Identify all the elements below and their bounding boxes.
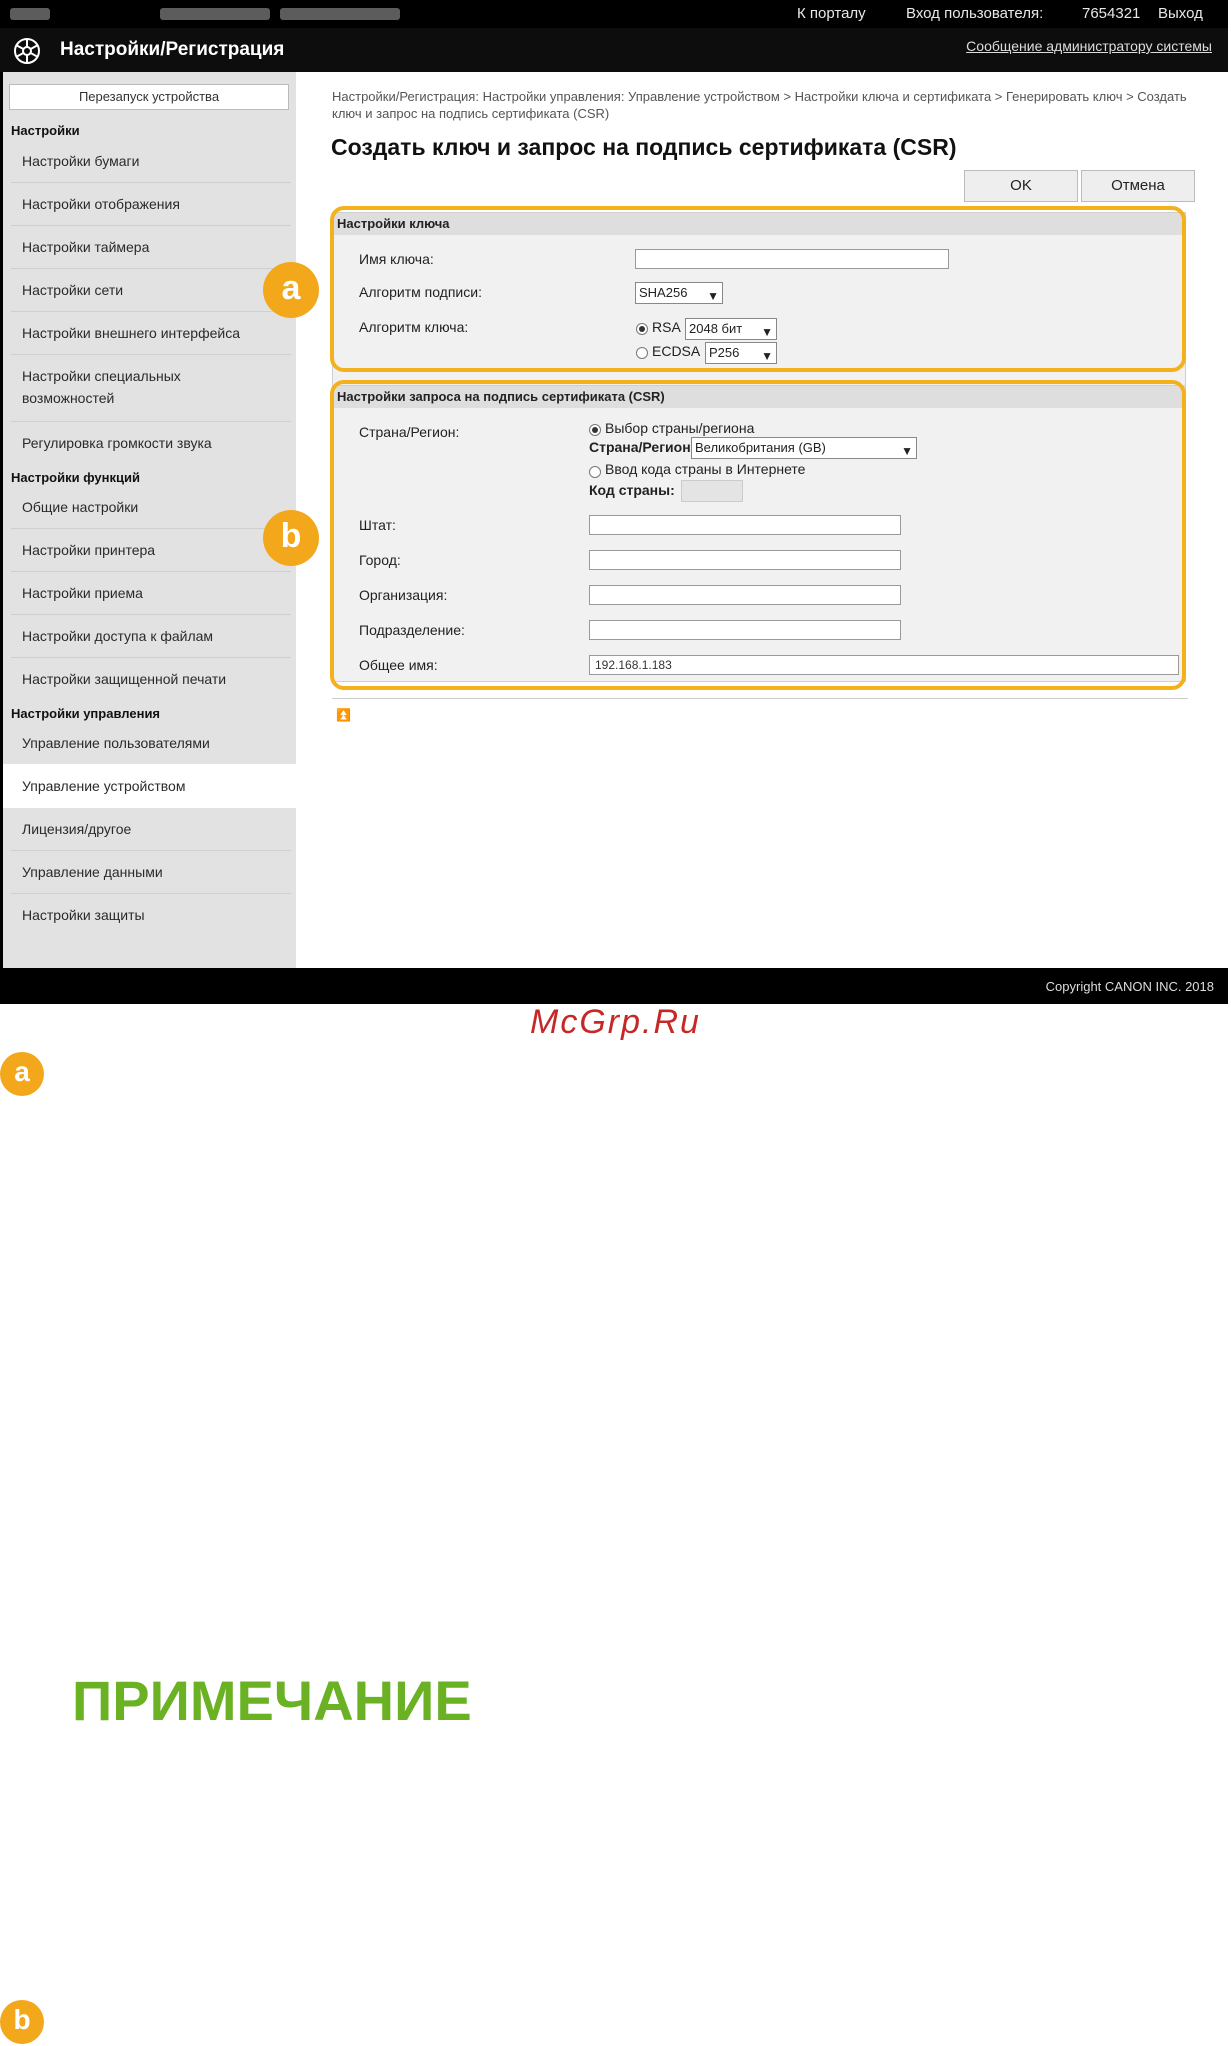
logout-link[interactable]: Выход [1158,5,1203,22]
legend-marker-b: b [0,2000,44,2044]
divider [11,354,291,355]
sidebar-item-network[interactable]: Настройки сети [22,279,290,301]
divider [11,614,291,615]
callout-marker-b: b [263,510,319,566]
divider [332,698,1188,699]
sidebar-item-display[interactable]: Настройки отображения [22,193,290,215]
sidebar-item-volume[interactable]: Регулировка громкости звука [22,432,290,454]
title-bar: Настройки/Регистрация Сообщение админист… [0,28,1228,72]
top-bar: К порталу Вход пользователя: 7654321 Вых… [0,0,1228,28]
note-heading: ПРИМЕЧАНИЕ [72,1669,472,1732]
sidebar-section-management: Настройки управления [11,706,161,721]
divider [11,528,291,529]
blurred-text [10,8,50,20]
user-id: 7654321 [1082,5,1141,22]
sidebar-item-file-access[interactable]: Настройки доступа к файлам [22,625,290,647]
login-label: Вход пользователя: [906,5,1044,22]
divider [11,225,291,226]
blurred-text [280,8,400,20]
restart-device-button[interactable]: Перезапуск устройства [9,84,289,110]
sidebar-item-timer[interactable]: Настройки таймера [22,236,290,258]
sidebar-item-data-management[interactable]: Управление данными [22,861,290,883]
admin-message-link[interactable]: Сообщение администратору системы [966,38,1212,54]
sidebar-item-paper[interactable]: Настройки бумаги [22,150,290,172]
watermark: McGrp.Ru [530,1003,701,1041]
footer: Copyright CANON INC. 2018 [0,968,1228,1004]
sidebar-section-settings: Настройки [11,123,80,138]
sidebar-item-accessibility[interactable]: Настройки специальных возможностей [22,365,212,409]
copyright: Copyright CANON INC. 2018 [1045,979,1214,994]
divider [11,657,291,658]
sidebar-item-security[interactable]: Настройки защиты [22,904,290,926]
sidebar-item-receive[interactable]: Настройки приема [22,582,290,604]
sidebar-item-user-management[interactable]: Управление пользователями [22,732,290,754]
blurred-text [160,8,270,20]
sidebar: Перезапуск устройства Настройки Настройк… [3,72,296,968]
sidebar-section-functions: Настройки функций [11,470,140,485]
divider [11,571,291,572]
scroll-to-top-icon[interactable]: ⏫ [336,708,351,722]
screenshot-frame: К порталу Вход пользователя: 7654321 Вых… [0,0,1228,1004]
divider [11,893,291,894]
divider [11,268,291,269]
sidebar-item-device-management[interactable]: Управление устройством [22,775,290,797]
sidebar-item-secure-print[interactable]: Настройки защищенной печати [22,668,290,690]
legend-marker-a: a [0,1052,44,1096]
settings-registration-icon [14,38,40,64]
sidebar-item-general[interactable]: Общие настройки [22,496,290,518]
sidebar-item-external-interface[interactable]: Настройки внешнего интерфейса [22,322,290,344]
divider [11,311,291,312]
app-title: Настройки/Регистрация [60,39,285,60]
breadcrumb: Настройки/Регистрация: Настройки управле… [332,89,1187,121]
sidebar-item-license[interactable]: Лицензия/другое [22,818,290,840]
divider [11,850,291,851]
portal-link[interactable]: К порталу [797,5,866,22]
divider [11,421,291,422]
cancel-button[interactable]: Отмена [1081,170,1195,202]
divider [11,182,291,183]
callout-marker-a: a [263,262,319,318]
ok-button[interactable]: OK [964,170,1078,202]
page-title: Создать ключ и запрос на подпись сертифи… [331,134,957,160]
main-content: Настройки/Регистрация: Настройки управле… [296,72,1228,968]
highlight-frame-b [330,380,1186,690]
highlight-frame-a [330,206,1186,372]
sidebar-item-printer[interactable]: Настройки принтера [22,539,290,561]
